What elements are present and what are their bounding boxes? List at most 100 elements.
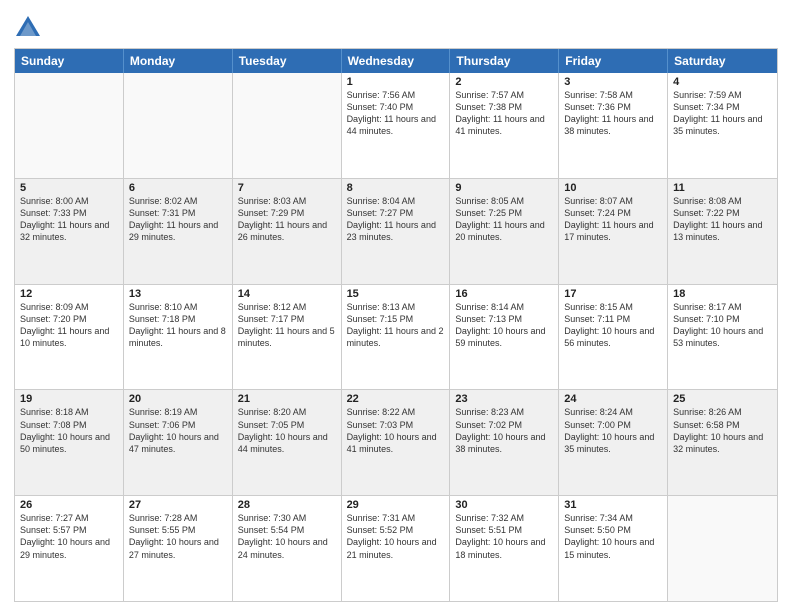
cell-sun-info: Sunrise: 8:07 AM Sunset: 7:24 PM Dayligh…: [564, 195, 662, 244]
cell-sun-info: Sunrise: 8:14 AM Sunset: 7:13 PM Dayligh…: [455, 301, 553, 350]
cell-sun-info: Sunrise: 8:04 AM Sunset: 7:27 PM Dayligh…: [347, 195, 445, 244]
calendar-cell: 25Sunrise: 8:26 AM Sunset: 6:58 PM Dayli…: [668, 390, 777, 495]
calendar-cell: 18Sunrise: 8:17 AM Sunset: 7:10 PM Dayli…: [668, 285, 777, 390]
cell-sun-info: Sunrise: 8:03 AM Sunset: 7:29 PM Dayligh…: [238, 195, 336, 244]
cell-sun-info: Sunrise: 7:32 AM Sunset: 5:51 PM Dayligh…: [455, 512, 553, 561]
cell-sun-info: Sunrise: 7:58 AM Sunset: 7:36 PM Dayligh…: [564, 89, 662, 138]
header: [14, 10, 778, 42]
day-number: 24: [564, 393, 662, 405]
calendar-row-5: 26Sunrise: 7:27 AM Sunset: 5:57 PM Dayli…: [15, 495, 777, 601]
calendar-cell: 15Sunrise: 8:13 AM Sunset: 7:15 PM Dayli…: [342, 285, 451, 390]
day-number: 20: [129, 393, 227, 405]
calendar-cell: 5Sunrise: 8:00 AM Sunset: 7:33 PM Daylig…: [15, 179, 124, 284]
calendar-cell: 16Sunrise: 8:14 AM Sunset: 7:13 PM Dayli…: [450, 285, 559, 390]
calendar-cell: 2Sunrise: 7:57 AM Sunset: 7:38 PM Daylig…: [450, 73, 559, 178]
calendar-cell: 21Sunrise: 8:20 AM Sunset: 7:05 PM Dayli…: [233, 390, 342, 495]
calendar-cell: 4Sunrise: 7:59 AM Sunset: 7:34 PM Daylig…: [668, 73, 777, 178]
day-header-monday: Monday: [124, 49, 233, 73]
day-number: 22: [347, 393, 445, 405]
day-number: 1: [347, 76, 445, 88]
cell-sun-info: Sunrise: 7:57 AM Sunset: 7:38 PM Dayligh…: [455, 89, 553, 138]
calendar-cell: 27Sunrise: 7:28 AM Sunset: 5:55 PM Dayli…: [124, 496, 233, 601]
day-header-sunday: Sunday: [15, 49, 124, 73]
day-number: 18: [673, 288, 772, 300]
calendar-cell: 31Sunrise: 7:34 AM Sunset: 5:50 PM Dayli…: [559, 496, 668, 601]
day-number: 3: [564, 76, 662, 88]
calendar-cell: 17Sunrise: 8:15 AM Sunset: 7:11 PM Dayli…: [559, 285, 668, 390]
day-number: 21: [238, 393, 336, 405]
day-number: 4: [673, 76, 772, 88]
day-header-wednesday: Wednesday: [342, 49, 451, 73]
cell-sun-info: Sunrise: 7:31 AM Sunset: 5:52 PM Dayligh…: [347, 512, 445, 561]
calendar: SundayMondayTuesdayWednesdayThursdayFrid…: [14, 48, 778, 602]
calendar-cell: 8Sunrise: 8:04 AM Sunset: 7:27 PM Daylig…: [342, 179, 451, 284]
cell-sun-info: Sunrise: 8:00 AM Sunset: 7:33 PM Dayligh…: [20, 195, 118, 244]
calendar-cell: 23Sunrise: 8:23 AM Sunset: 7:02 PM Dayli…: [450, 390, 559, 495]
logo-icon: [14, 14, 42, 42]
calendar-cell: 30Sunrise: 7:32 AM Sunset: 5:51 PM Dayli…: [450, 496, 559, 601]
day-number: 6: [129, 182, 227, 194]
cell-sun-info: Sunrise: 8:23 AM Sunset: 7:02 PM Dayligh…: [455, 406, 553, 455]
cell-sun-info: Sunrise: 7:34 AM Sunset: 5:50 PM Dayligh…: [564, 512, 662, 561]
calendar-row-1: 1Sunrise: 7:56 AM Sunset: 7:40 PM Daylig…: [15, 73, 777, 178]
calendar-cell: [668, 496, 777, 601]
cell-sun-info: Sunrise: 8:19 AM Sunset: 7:06 PM Dayligh…: [129, 406, 227, 455]
day-header-tuesday: Tuesday: [233, 49, 342, 73]
cell-sun-info: Sunrise: 7:56 AM Sunset: 7:40 PM Dayligh…: [347, 89, 445, 138]
calendar-cell: [233, 73, 342, 178]
cell-sun-info: Sunrise: 8:24 AM Sunset: 7:00 PM Dayligh…: [564, 406, 662, 455]
calendar-body: 1Sunrise: 7:56 AM Sunset: 7:40 PM Daylig…: [15, 73, 777, 601]
page: SundayMondayTuesdayWednesdayThursdayFrid…: [0, 0, 792, 612]
day-number: 27: [129, 499, 227, 511]
cell-sun-info: Sunrise: 7:28 AM Sunset: 5:55 PM Dayligh…: [129, 512, 227, 561]
cell-sun-info: Sunrise: 7:27 AM Sunset: 5:57 PM Dayligh…: [20, 512, 118, 561]
day-header-friday: Friday: [559, 49, 668, 73]
day-header-thursday: Thursday: [450, 49, 559, 73]
day-number: 23: [455, 393, 553, 405]
calendar-cell: 6Sunrise: 8:02 AM Sunset: 7:31 PM Daylig…: [124, 179, 233, 284]
day-number: 19: [20, 393, 118, 405]
day-number: 28: [238, 499, 336, 511]
day-number: 14: [238, 288, 336, 300]
cell-sun-info: Sunrise: 8:13 AM Sunset: 7:15 PM Dayligh…: [347, 301, 445, 350]
cell-sun-info: Sunrise: 8:10 AM Sunset: 7:18 PM Dayligh…: [129, 301, 227, 350]
cell-sun-info: Sunrise: 8:02 AM Sunset: 7:31 PM Dayligh…: [129, 195, 227, 244]
day-number: 8: [347, 182, 445, 194]
day-number: 17: [564, 288, 662, 300]
cell-sun-info: Sunrise: 7:30 AM Sunset: 5:54 PM Dayligh…: [238, 512, 336, 561]
day-number: 26: [20, 499, 118, 511]
day-number: 31: [564, 499, 662, 511]
cell-sun-info: Sunrise: 8:26 AM Sunset: 6:58 PM Dayligh…: [673, 406, 772, 455]
calendar-cell: 12Sunrise: 8:09 AM Sunset: 7:20 PM Dayli…: [15, 285, 124, 390]
day-number: 12: [20, 288, 118, 300]
cell-sun-info: Sunrise: 8:12 AM Sunset: 7:17 PM Dayligh…: [238, 301, 336, 350]
day-number: 16: [455, 288, 553, 300]
day-number: 30: [455, 499, 553, 511]
cell-sun-info: Sunrise: 7:59 AM Sunset: 7:34 PM Dayligh…: [673, 89, 772, 138]
calendar-cell: 22Sunrise: 8:22 AM Sunset: 7:03 PM Dayli…: [342, 390, 451, 495]
calendar-cell: 28Sunrise: 7:30 AM Sunset: 5:54 PM Dayli…: [233, 496, 342, 601]
calendar-header-row: SundayMondayTuesdayWednesdayThursdayFrid…: [15, 49, 777, 73]
day-header-saturday: Saturday: [668, 49, 777, 73]
calendar-cell: 20Sunrise: 8:19 AM Sunset: 7:06 PM Dayli…: [124, 390, 233, 495]
calendar-cell: 7Sunrise: 8:03 AM Sunset: 7:29 PM Daylig…: [233, 179, 342, 284]
cell-sun-info: Sunrise: 8:09 AM Sunset: 7:20 PM Dayligh…: [20, 301, 118, 350]
calendar-cell: 24Sunrise: 8:24 AM Sunset: 7:00 PM Dayli…: [559, 390, 668, 495]
calendar-cell: 11Sunrise: 8:08 AM Sunset: 7:22 PM Dayli…: [668, 179, 777, 284]
cell-sun-info: Sunrise: 8:22 AM Sunset: 7:03 PM Dayligh…: [347, 406, 445, 455]
cell-sun-info: Sunrise: 8:18 AM Sunset: 7:08 PM Dayligh…: [20, 406, 118, 455]
calendar-cell: 3Sunrise: 7:58 AM Sunset: 7:36 PM Daylig…: [559, 73, 668, 178]
calendar-cell: 13Sunrise: 8:10 AM Sunset: 7:18 PM Dayli…: [124, 285, 233, 390]
calendar-row-2: 5Sunrise: 8:00 AM Sunset: 7:33 PM Daylig…: [15, 178, 777, 284]
calendar-cell: 1Sunrise: 7:56 AM Sunset: 7:40 PM Daylig…: [342, 73, 451, 178]
day-number: 7: [238, 182, 336, 194]
calendar-row-3: 12Sunrise: 8:09 AM Sunset: 7:20 PM Dayli…: [15, 284, 777, 390]
day-number: 9: [455, 182, 553, 194]
day-number: 10: [564, 182, 662, 194]
day-number: 29: [347, 499, 445, 511]
day-number: 13: [129, 288, 227, 300]
calendar-cell: 9Sunrise: 8:05 AM Sunset: 7:25 PM Daylig…: [450, 179, 559, 284]
calendar-row-4: 19Sunrise: 8:18 AM Sunset: 7:08 PM Dayli…: [15, 389, 777, 495]
cell-sun-info: Sunrise: 8:20 AM Sunset: 7:05 PM Dayligh…: [238, 406, 336, 455]
calendar-cell: [124, 73, 233, 178]
